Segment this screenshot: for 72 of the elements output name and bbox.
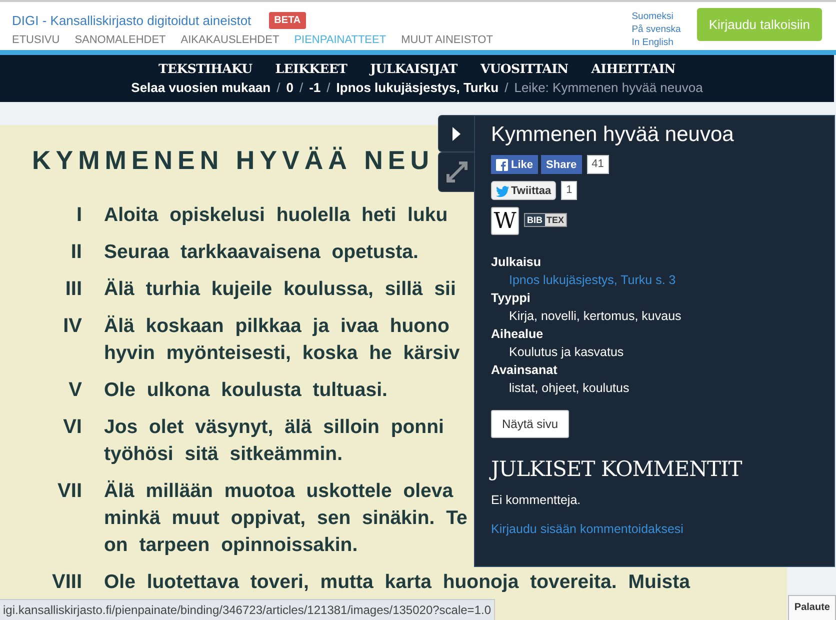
- roman-numeral: II: [70, 240, 82, 265]
- breadcrumb-separator: /: [504, 80, 508, 95]
- document-title: KYMMENEN HYVÄÄ NEU: [32, 145, 434, 175]
- share-button[interactable]: Share: [541, 155, 582, 174]
- document-line: hyvin myönteisesti, koska he kärsiv: [104, 341, 460, 366]
- share-count: 41: [586, 155, 609, 174]
- tweet-count: 1: [561, 181, 578, 200]
- document-line: Jos olet väsynyt, älä silloin ponni: [104, 415, 444, 440]
- no-comments-text: Ei kommentteja.: [491, 493, 581, 507]
- roman-numeral: V: [68, 378, 82, 403]
- comments-heading: JULKISET KOMMENTIT: [491, 457, 742, 481]
- document-line: on tarpeen opinnoissakin.: [104, 533, 358, 558]
- language-link[interactable]: In English: [632, 36, 681, 49]
- roman-numeral: VI: [62, 415, 82, 440]
- document-line: Seuraa tarkkaavaisena opetusta.: [104, 240, 418, 265]
- language-link[interactable]: På svenska: [632, 23, 681, 36]
- beta-badge: BETA: [269, 12, 306, 29]
- field-label: Aihealue: [491, 326, 544, 343]
- field-value: listat, ohjeet, koulutus: [509, 380, 630, 397]
- field-label: Tyyppi: [491, 290, 532, 307]
- feedback-button[interactable]: Palaute: [788, 595, 836, 620]
- breadcrumb-separator: /: [299, 80, 304, 95]
- field-value: Koulutus ja kasvatus: [509, 344, 625, 361]
- roman-numeral: III: [64, 277, 82, 302]
- tweet-button[interactable]: Twiittaa: [491, 181, 556, 200]
- document-line: Älä millään muotoa uskottele oleva: [104, 479, 454, 504]
- login-link[interactable]: Kirjaudu sisään kommentoidaksesi: [491, 522, 684, 536]
- show-page-button[interactable]: Näytä sivu: [491, 410, 570, 438]
- nav-link[interactable]: ETUSIVU: [12, 34, 60, 46]
- document-line: Aloita opiskelusi huolella heti luku: [104, 203, 448, 228]
- document-line: Älä koskaan pilkkaa ja ivaa huono: [104, 314, 450, 339]
- document-line: minkä muut oppivat, sen sinäkin. Te: [104, 506, 468, 531]
- nav-link[interactable]: MUUT AINEISTOT: [401, 34, 493, 46]
- bibtex-link[interactable]: BIB TEX: [524, 213, 568, 227]
- document-line: Älä turhia kujeile koulussa, sillä sii: [104, 277, 456, 302]
- article-title: Kymmenen hyvää neuvoa: [491, 122, 734, 148]
- expand-icon: [446, 161, 468, 183]
- breadcrumb-link[interactable]: -1: [309, 80, 321, 95]
- collapse-panel-button[interactable]: [438, 115, 474, 152]
- bird-icon: [496, 184, 509, 196]
- breadcrumb-current: Leike: Kymmenen hyvää neuvoa: [514, 80, 703, 95]
- field-label: Julkaisu: [491, 254, 542, 271]
- breadcrumb-link[interactable]: Selaa vuosien mukaan: [131, 80, 271, 95]
- wikipedia-button[interactable]: W: [491, 207, 519, 235]
- roman-numeral: IV: [62, 314, 82, 339]
- document-line: Ole ulkona koulusta tultuasi.: [104, 378, 388, 403]
- nav-menu-item[interactable]: TEKSTIHAKU: [158, 61, 252, 76]
- language-link[interactable]: Suomeksi: [632, 10, 681, 23]
- publication-link[interactable]: Ipnos lukujäsjestys, Turku s. 3: [509, 273, 676, 287]
- breadcrumb-separator: /: [276, 80, 280, 95]
- nav-menu-item[interactable]: VUOSITTAIN: [480, 61, 568, 76]
- facebook-icon: [496, 158, 508, 170]
- like-button[interactable]: Like: [491, 155, 538, 174]
- roman-numeral: I: [75, 203, 82, 228]
- document-line: Ole luotettava toveri, mutta karta huonoja tovereita. Muista: [104, 570, 690, 595]
- field-label: Avainsanat: [491, 362, 558, 379]
- nav-menu-item[interactable]: LEIKKEET: [275, 61, 348, 76]
- breadcrumb-separator: /: [326, 80, 330, 95]
- nav-menu-item[interactable]: AIHEITTAIN: [591, 61, 676, 76]
- nav-menu-item[interactable]: JULKAISIJAT: [370, 61, 458, 76]
- field-value: Kirja, novelli, kertomus, kuvaus: [509, 308, 682, 325]
- document-line: työhösi sitä sitkeämmin.: [104, 442, 342, 467]
- breadcrumb-link[interactable]: 0: [286, 80, 294, 95]
- status-url: igi.kansalliskirjasto.fi/pienpainate/binding/346723/articles/121381/images/135020?scale=1.0: [0, 599, 495, 620]
- nav-link[interactable]: SANOMALEHDET: [74, 34, 166, 46]
- breadcrumb-link[interactable]: Ipnos lukujäsjestys, Turku: [336, 80, 499, 95]
- fullscreen-button[interactable]: [438, 152, 474, 192]
- nav-link[interactable]: AIKAKAUSLEHDET: [180, 34, 280, 46]
- site-title[interactable]: DIGI - Kansalliskirjasto digitoidut aineistot: [12, 13, 252, 28]
- roman-numeral: VIII: [50, 570, 82, 595]
- roman-numeral: VII: [56, 479, 82, 504]
- triangle-right-icon: [452, 126, 461, 140]
